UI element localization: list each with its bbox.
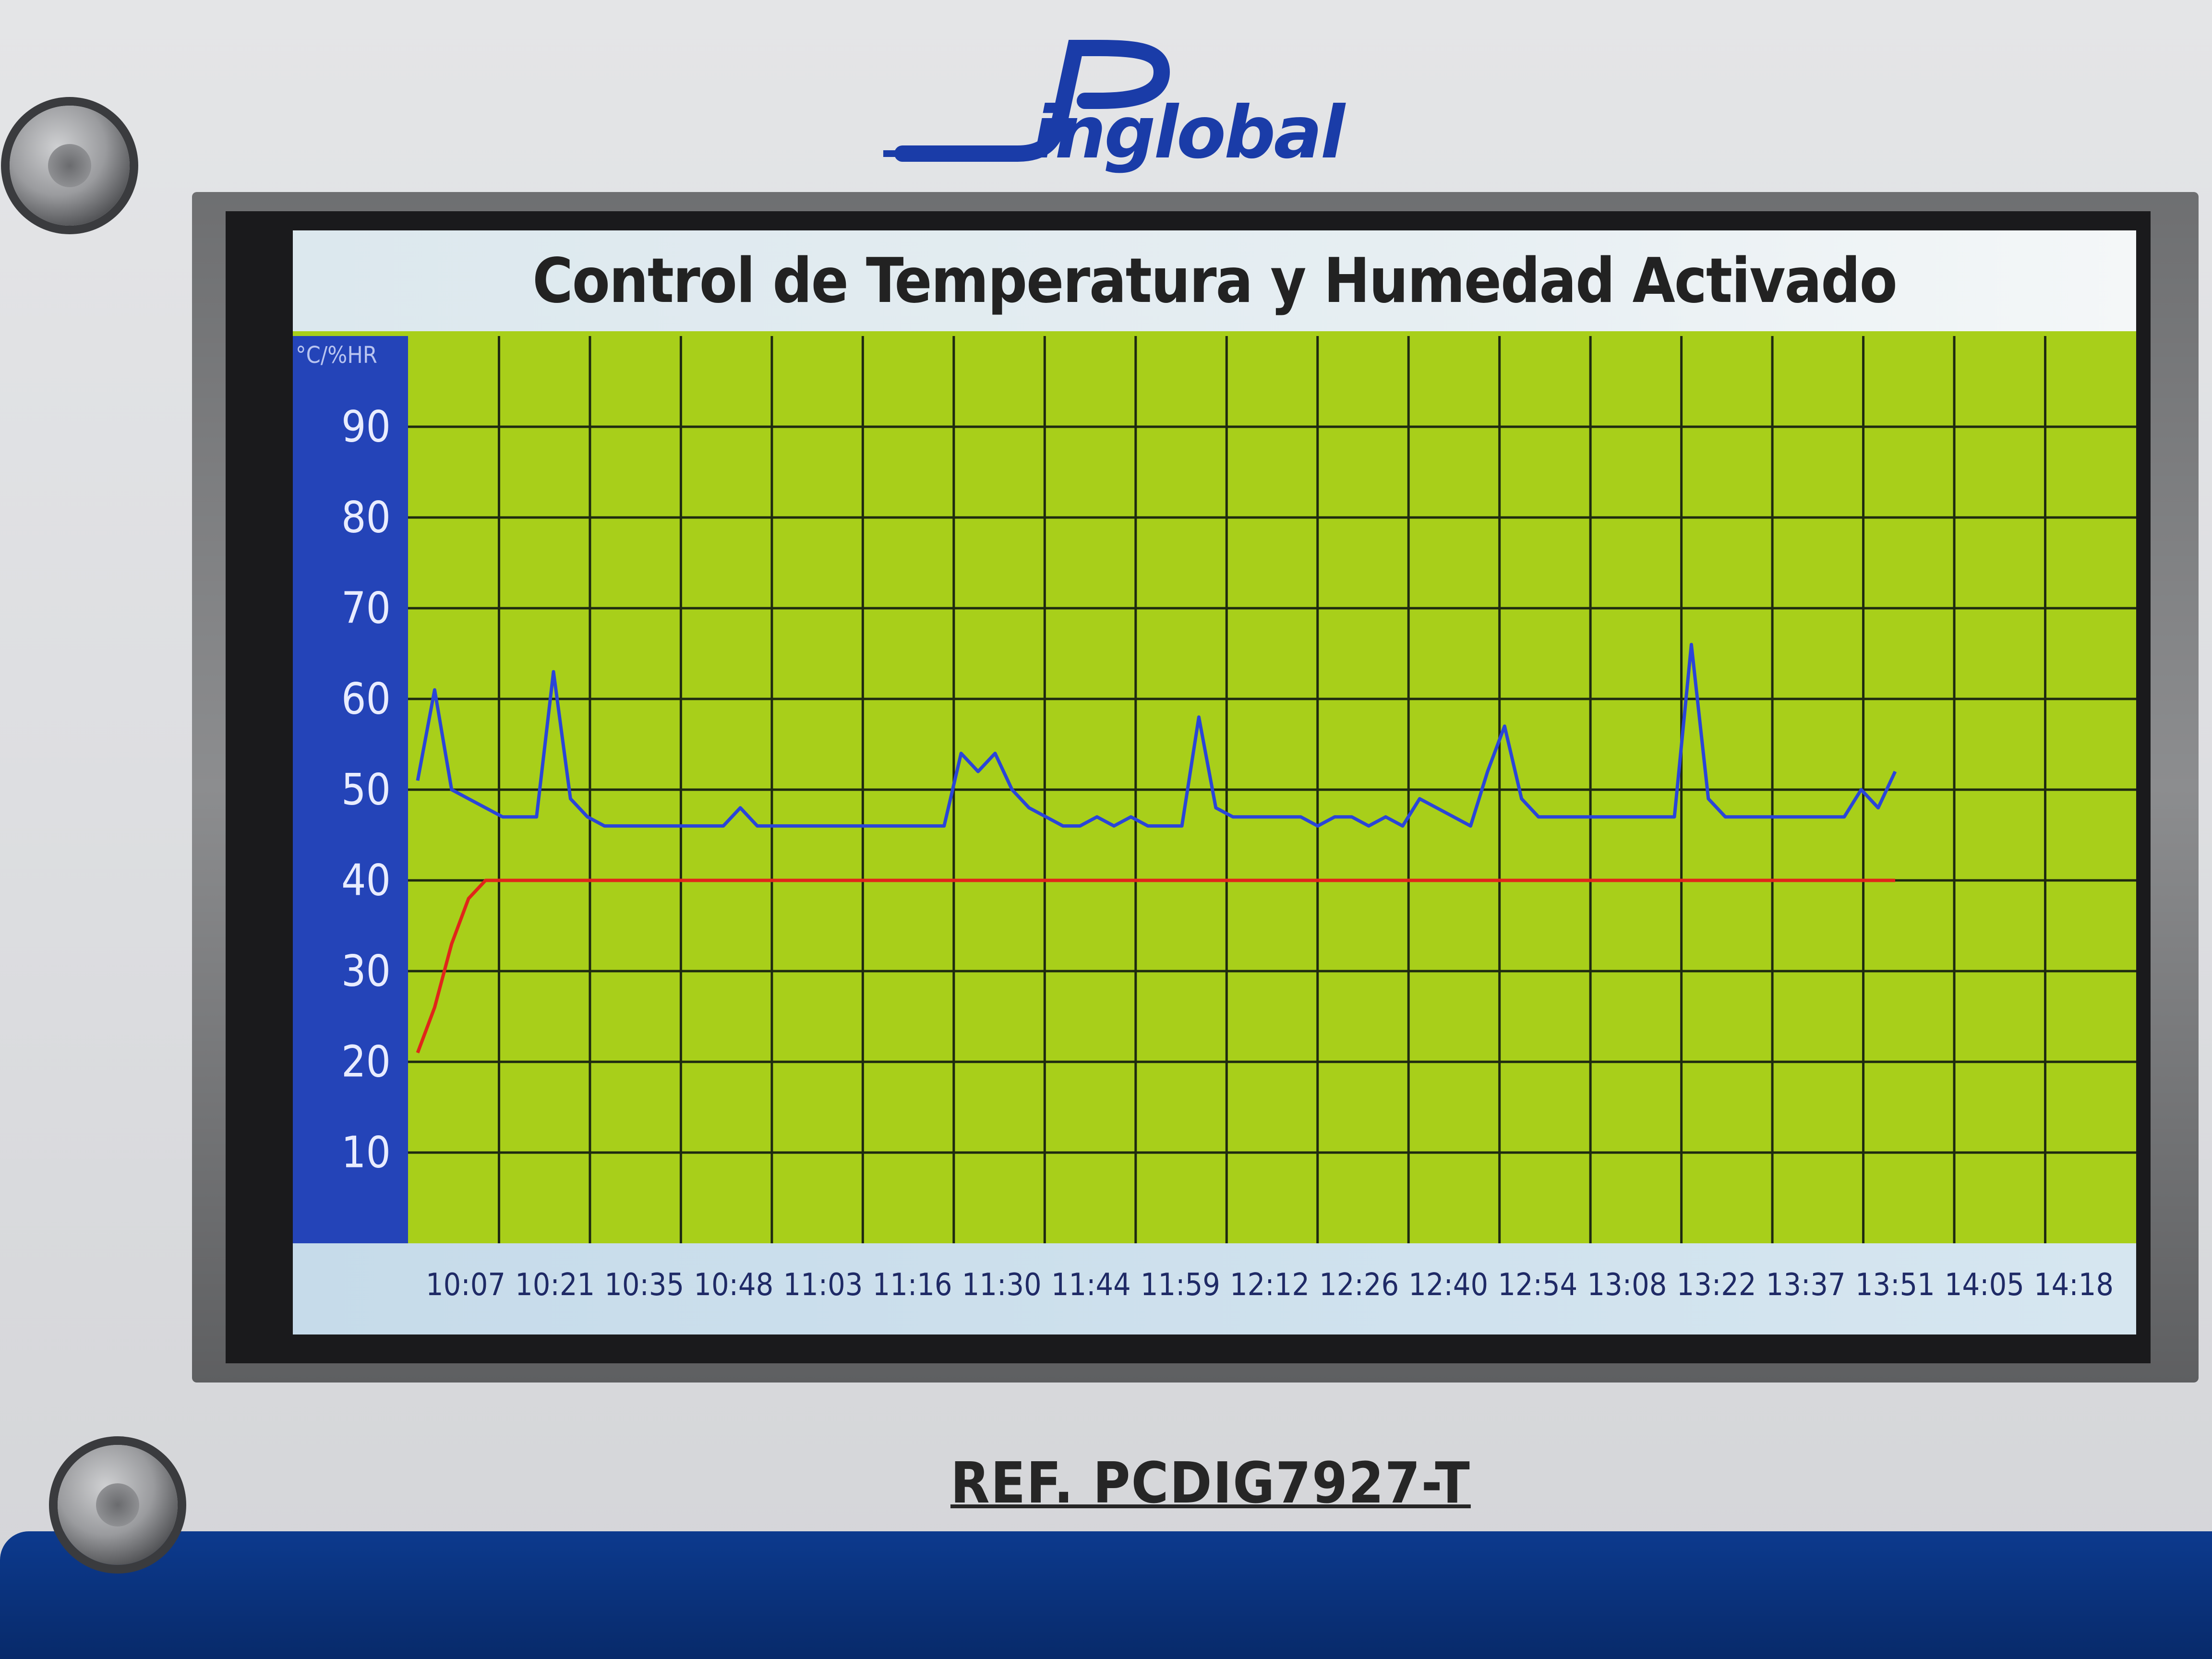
x-tick-label: 13:22 — [1676, 1267, 1756, 1303]
device-bottom-band — [0, 1531, 2212, 1659]
y-tick-label: 30 — [341, 946, 391, 997]
screw-top-left — [10, 106, 130, 226]
brand-logo-text: inglobal — [1032, 91, 1345, 175]
y-tick-label: 10 — [341, 1127, 391, 1178]
x-tick-label: 10:21 — [515, 1267, 595, 1303]
chart-svg — [408, 336, 2136, 1243]
y-tick-label: 90 — [341, 401, 391, 452]
screw-bottom-left — [58, 1445, 178, 1565]
y-axis-band: °C/%HR 10 20 30 40 50 60 70 80 90 — [293, 336, 408, 1243]
humidity-line — [416, 643, 1897, 828]
x-tick-label: 11:30 — [962, 1267, 1042, 1303]
y-tick-label: 50 — [341, 764, 391, 815]
y-tick-label: 70 — [341, 583, 391, 634]
temperature-line — [416, 878, 1895, 1054]
screen-header: Control de Temperatura y Humedad Activad… — [293, 230, 2136, 331]
y-tick-label: 20 — [341, 1036, 391, 1087]
x-tick-label: 14:05 — [1944, 1267, 2024, 1303]
x-tick-label: 13:37 — [1766, 1267, 1846, 1303]
x-tick-label: 10:48 — [694, 1267, 774, 1303]
x-tick-label: 14:18 — [2034, 1267, 2114, 1303]
x-tick-label: 12:26 — [1319, 1267, 1399, 1303]
y-tick-label: 60 — [341, 673, 391, 724]
x-tick-label: 13:51 — [1855, 1267, 1935, 1303]
x-tick-label: 11:03 — [783, 1267, 863, 1303]
x-tick-label: 10:07 — [426, 1267, 505, 1303]
x-tick-label: 11:16 — [872, 1267, 952, 1303]
brand-logo: inglobal — [874, 19, 1440, 175]
chart-plot-area — [408, 336, 2136, 1243]
x-tick-label: 12:54 — [1498, 1267, 1578, 1303]
lcd-screen: Control de Temperatura y Humedad Activad… — [293, 230, 2136, 1334]
y-axis-unit-label: °C/%HR — [296, 342, 377, 369]
screen-title: Control de Temperatura y Humedad Activad… — [532, 245, 1898, 317]
x-tick-label: 11:44 — [1051, 1267, 1131, 1303]
x-tick-label: 12:40 — [1408, 1267, 1489, 1303]
x-axis-band: 10:07 10:21 10:35 10:48 11:03 11:16 11:30 11:44… — [293, 1243, 2136, 1334]
device-reference-label: REF. PCDIG7927-T — [950, 1450, 1471, 1516]
x-tick-label: 13:08 — [1587, 1267, 1667, 1303]
x-tick-label: 10:35 — [604, 1267, 685, 1303]
x-tick-label: 11:59 — [1140, 1267, 1220, 1303]
y-tick-label: 40 — [341, 855, 391, 906]
y-tick-label: 80 — [341, 492, 391, 543]
x-tick-label: 12:12 — [1230, 1267, 1310, 1303]
